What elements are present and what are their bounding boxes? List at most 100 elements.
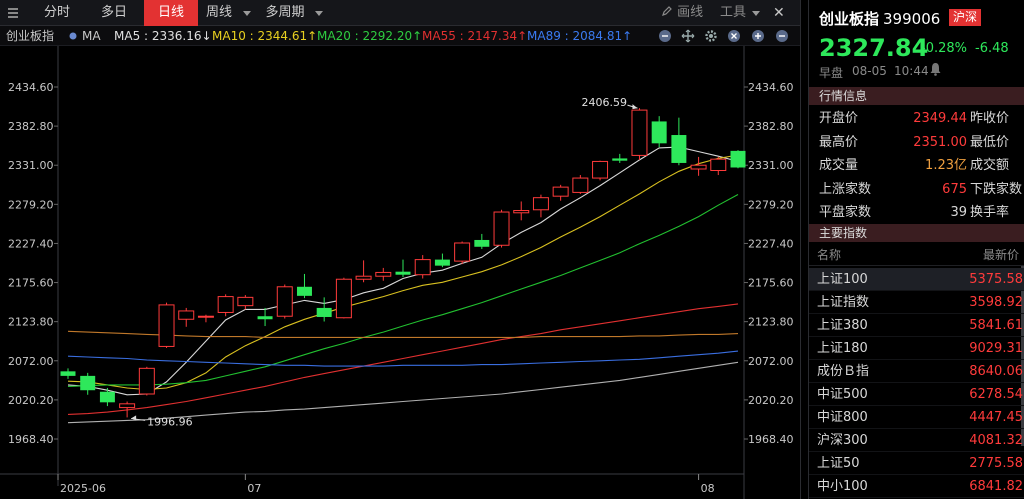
index-list-price: 9029.31 bbox=[969, 341, 1023, 356]
market-info-label: 成交量 bbox=[819, 158, 859, 173]
index-name-label: 创业板指 bbox=[6, 29, 55, 43]
candle-down bbox=[395, 271, 411, 275]
index-code: 399006 bbox=[883, 10, 941, 28]
market-info-label-2: 换手率 bbox=[970, 205, 1010, 220]
candle-down bbox=[651, 121, 667, 144]
y-tick-label: 2020.20 bbox=[8, 394, 54, 407]
index-list-item[interactable]: 中证800 4447.45 bbox=[809, 406, 1024, 429]
market-info-label: 最高价 bbox=[819, 134, 859, 150]
ma-label[interactable]: MA bbox=[82, 26, 101, 46]
chevron-down-icon[interactable] bbox=[243, 11, 251, 16]
index-list-item[interactable]: 中证500 6278.54 bbox=[809, 383, 1024, 406]
index-list-name: 中小100 bbox=[817, 479, 868, 494]
market-info-label: 上涨家数 bbox=[819, 181, 872, 197]
index-list-item[interactable]: 上证50 2775.58 bbox=[809, 452, 1024, 475]
market-info-value: 39 bbox=[950, 205, 967, 220]
tab-multi-day[interactable]: 多日 bbox=[87, 0, 141, 26]
candle-down bbox=[730, 150, 746, 168]
index-list-name: 沪深300 bbox=[817, 433, 868, 448]
change-percent: -0.28% bbox=[921, 41, 967, 56]
index-list-name: 上证指数 bbox=[817, 295, 870, 310]
index-list-name: 上证50 bbox=[817, 456, 860, 471]
market-info-label: 平盘家数 bbox=[819, 205, 872, 220]
y-tick-label-right: 2072.00 bbox=[748, 355, 794, 368]
y-tick-label-right: 2020.20 bbox=[748, 394, 794, 407]
candle-down bbox=[671, 135, 687, 163]
chevron-down-icon[interactable] bbox=[315, 11, 323, 16]
candlestick-chart[interactable]: 2434.60 2434.60 2382.80 2382.80 2331.00 2331.… bbox=[0, 46, 800, 499]
candle-down bbox=[316, 307, 332, 317]
panel-divider bbox=[800, 0, 808, 499]
candle-up bbox=[375, 271, 392, 277]
tab-weekly[interactable]: 周线 bbox=[199, 0, 239, 26]
candle-down bbox=[60, 371, 76, 376]
index-list-item[interactable]: 上证380 5841.61 bbox=[809, 314, 1024, 337]
candle-up bbox=[119, 403, 136, 409]
index-list-item[interactable]: 成份Ｂ指 8640.06 bbox=[809, 360, 1024, 383]
ma55-legend: MA55 : 2147.34↑ bbox=[422, 29, 528, 43]
candle-up bbox=[532, 197, 549, 211]
candle-down bbox=[80, 375, 96, 391]
market-info-value: 2349.44 bbox=[913, 111, 967, 126]
index-list-item[interactable]: 沪深300 4081.32 bbox=[809, 429, 1024, 452]
tab-multi-period[interactable]: 多周期 bbox=[258, 0, 312, 26]
x-tick-label: 2025-06 bbox=[60, 482, 106, 495]
index-list-name: 成份Ｂ指 bbox=[817, 364, 870, 379]
y-tick-label: 2072.00 bbox=[8, 355, 54, 368]
index-list-item[interactable]: 上证100 5375.58 bbox=[809, 268, 1024, 291]
chevron-down-icon[interactable] bbox=[752, 11, 760, 16]
candle-up bbox=[631, 109, 648, 156]
tab-intraday[interactable]: 分时 bbox=[30, 0, 84, 26]
tools-button[interactable]: 工具 bbox=[720, 0, 746, 26]
y-tick-label-right: 2123.80 bbox=[748, 316, 794, 329]
market-info-row: 成交量 1.23亿 成交额 bbox=[809, 154, 1024, 177]
time-label: 10:44 bbox=[894, 64, 929, 78]
index-list-price: 4081.32 bbox=[969, 433, 1023, 448]
tab-daily[interactable]: 日线 bbox=[144, 0, 198, 26]
candle-up bbox=[335, 278, 352, 319]
index-list-item[interactable]: 中小100 6841.82 bbox=[809, 475, 1024, 498]
index-list-item[interactable]: 上证180 9029.31 bbox=[809, 337, 1024, 360]
candle-up bbox=[158, 304, 175, 347]
y-tick-label: 2382.80 bbox=[8, 120, 54, 133]
col-name: 名称 bbox=[817, 248, 842, 262]
y-tick-label: 2175.60 bbox=[8, 277, 54, 290]
candle-up bbox=[493, 211, 510, 246]
index-list-price: 3598.92 bbox=[969, 295, 1023, 310]
candle-up bbox=[690, 164, 707, 170]
candle-up bbox=[454, 242, 471, 262]
candle-up bbox=[414, 259, 431, 276]
last-price: 2327.84 bbox=[819, 34, 929, 62]
index-list-name: 中证800 bbox=[817, 410, 868, 425]
y-tick-label-right: 1968.40 bbox=[748, 433, 794, 446]
high-annotation: 2406.59 bbox=[581, 96, 627, 109]
menu-icon[interactable] bbox=[6, 6, 20, 20]
indices-table-header: 名称 最新价 bbox=[809, 244, 1024, 266]
ma20-legend: MA20 : 2292.20↑ bbox=[317, 29, 423, 43]
index-list-item[interactable]: 上证指数 3598.92 bbox=[809, 291, 1024, 314]
close-icon[interactable]: ✕ bbox=[773, 0, 785, 26]
market-info-label-2: 最低价 bbox=[970, 134, 1010, 150]
market-info-row: 上涨家数 675 下跌家数 bbox=[809, 178, 1024, 201]
session-label: 早盘 bbox=[819, 66, 844, 80]
market-info-header: 行情信息 bbox=[809, 87, 1024, 105]
index-list-price: 4447.45 bbox=[969, 410, 1023, 425]
col-price: 最新价 bbox=[982, 248, 1019, 262]
market-info-row: 平盘家数 39 换手率 bbox=[809, 201, 1024, 224]
bell-icon[interactable] bbox=[929, 62, 942, 79]
y-tick-label-right: 2175.60 bbox=[748, 277, 794, 290]
candle-down bbox=[612, 158, 628, 161]
y-tick-label: 1968.40 bbox=[8, 433, 54, 446]
ma-line-ma250 bbox=[67, 361, 739, 424]
index-list-price: 5841.61 bbox=[969, 318, 1023, 333]
y-tick-label-right: 2331.00 bbox=[748, 159, 794, 172]
y-tick-label-right: 2279.20 bbox=[748, 198, 794, 211]
candle-down bbox=[257, 316, 273, 320]
ma-legend: 创业板指 MA MA5 : 2336.16↓ MA10 : 2344.61↑ M… bbox=[0, 26, 800, 46]
draw-line-button[interactable]: 画线 bbox=[661, 0, 703, 26]
index-list-name: 上证180 bbox=[817, 341, 868, 356]
candle-up bbox=[355, 275, 372, 280]
candle-up bbox=[513, 210, 530, 214]
candle-down bbox=[99, 391, 115, 403]
index-list-name: 上证380 bbox=[817, 318, 868, 333]
